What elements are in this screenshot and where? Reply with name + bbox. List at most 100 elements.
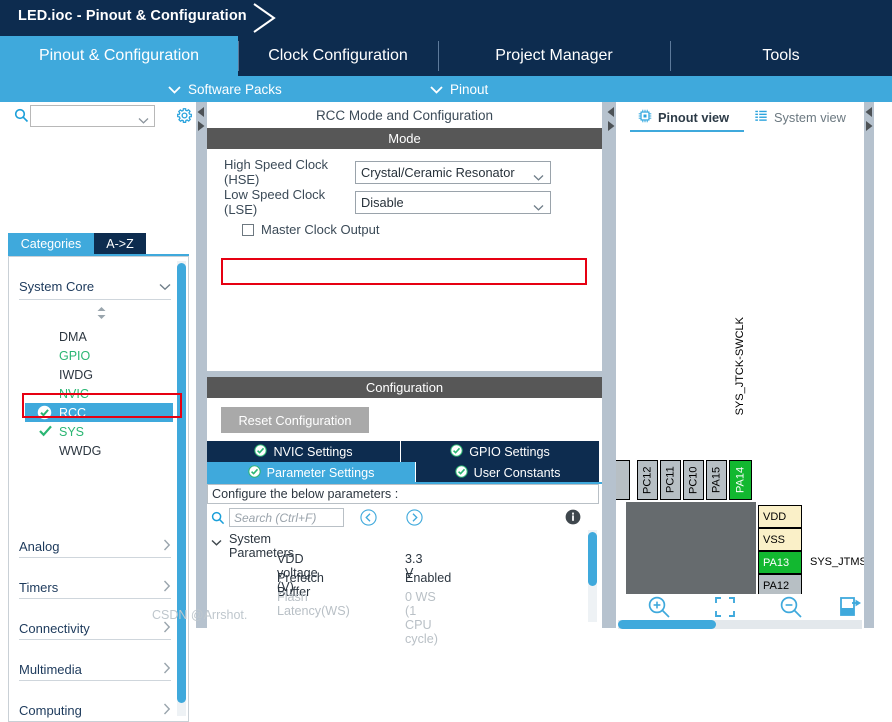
tree-item-dma[interactable]: DMA bbox=[25, 327, 173, 346]
category-group-timers[interactable]: Timers bbox=[19, 574, 171, 600]
parameter-value: Enabled bbox=[405, 571, 452, 585]
tab-gpio-settings[interactable]: GPIO Settings bbox=[401, 441, 599, 462]
tree-item-wwdg[interactable]: WWDG bbox=[25, 441, 173, 460]
category-group-multimedia[interactable]: Multimedia bbox=[19, 656, 171, 682]
category-tree: System Core DMA GPIO IWDG NVIC RCC SYS W… bbox=[8, 256, 189, 722]
category-search-row bbox=[0, 102, 196, 132]
category-search-input[interactable] bbox=[30, 105, 155, 127]
pin-label: PC10 bbox=[687, 466, 700, 494]
pin-label: VSS bbox=[763, 533, 786, 546]
tab-label: NVIC Settings bbox=[273, 444, 353, 459]
software-packs-menu[interactable]: Software Packs bbox=[168, 76, 282, 102]
rcc-configuration-panel: RCC Mode and Configuration Mode High Spe… bbox=[207, 102, 606, 646]
pin-pa15[interactable]: PA15 bbox=[706, 460, 727, 500]
pin-vss[interactable]: VSS bbox=[758, 528, 802, 551]
check-circle-icon bbox=[37, 405, 52, 423]
category-group-computing[interactable]: Computing bbox=[19, 697, 171, 721]
tree-item-label: RCC bbox=[59, 405, 87, 420]
master-clock-output-row[interactable]: Master Clock Output bbox=[242, 222, 380, 237]
mode-row-lse: Low Speed Clock (LSE) Disable bbox=[208, 187, 551, 217]
parameter-name: Flash Latency(WS) bbox=[277, 590, 350, 618]
software-packs-label: Software Packs bbox=[188, 81, 282, 97]
tree-item-rcc[interactable]: RCC bbox=[25, 403, 173, 422]
tree-item-gpio[interactable]: GPIO bbox=[25, 346, 173, 365]
reset-configuration-button[interactable]: Reset Configuration bbox=[221, 407, 369, 433]
tab-clock-configuration[interactable]: Clock Configuration bbox=[238, 36, 438, 76]
chevron-down-icon bbox=[138, 111, 149, 129]
pin-pa13[interactable]: PA13 bbox=[758, 551, 802, 574]
pin-label: PC11 bbox=[664, 466, 677, 494]
tab-label: Parameter Settings bbox=[266, 465, 375, 480]
splitter-collapse-arrows-icon[interactable] bbox=[196, 106, 206, 141]
chip-body[interactable] bbox=[624, 500, 758, 594]
tab-user-constants[interactable]: User Constants bbox=[416, 462, 599, 483]
lse-dropdown[interactable]: Disable bbox=[355, 190, 551, 214]
tab-system-view[interactable]: System view bbox=[754, 106, 846, 128]
tab-divider bbox=[438, 41, 439, 71]
signal-text: SYS_JTCK-SWCLK bbox=[734, 317, 746, 416]
signal-label-jtms-swdio: SYS_JTMS-SWDIO bbox=[810, 556, 864, 568]
tab-categories[interactable]: Categories bbox=[8, 233, 94, 254]
splitter-far-right[interactable] bbox=[864, 102, 874, 628]
pinout-menu[interactable]: Pinout bbox=[430, 76, 488, 102]
info-icon[interactable] bbox=[565, 509, 581, 530]
chevron-right-circle-icon[interactable] bbox=[406, 509, 423, 531]
chevron-right-icon bbox=[163, 580, 171, 595]
tab-nvic-settings[interactable]: NVIC Settings bbox=[207, 441, 400, 462]
pin-pa12[interactable]: PA12 bbox=[758, 574, 802, 594]
category-group-analog[interactable]: Analog bbox=[19, 533, 171, 559]
chevron-left-circle-icon[interactable] bbox=[360, 509, 377, 531]
category-group-system-core[interactable]: System Core bbox=[19, 273, 171, 299]
tab-label: Pinout view bbox=[658, 109, 730, 125]
hse-dropdown[interactable]: Crystal/Ceramic Resonator bbox=[355, 160, 551, 184]
pin-pc12[interactable]: PC12 bbox=[637, 460, 658, 500]
tab-project-manager[interactable]: Project Manager bbox=[438, 36, 670, 76]
pin-pc11[interactable]: PC11 bbox=[660, 460, 681, 500]
reset-button-label: Reset Configuration bbox=[238, 412, 352, 428]
group-divider bbox=[19, 639, 171, 640]
pin-pa14[interactable]: PA14 bbox=[729, 460, 752, 500]
category-group-connectivity[interactable]: Connectivity bbox=[19, 615, 171, 641]
gear-icon[interactable] bbox=[176, 107, 193, 129]
sort-arrows-icon[interactable] bbox=[95, 306, 108, 325]
search-placeholder: Search (Ctrl+F) bbox=[234, 511, 317, 525]
panel-title: RCC Mode and Configuration bbox=[207, 102, 602, 128]
group-label: Connectivity bbox=[19, 620, 90, 636]
master-clock-output-checkbox[interactable] bbox=[242, 223, 254, 236]
splitter-collapse-arrows-icon[interactable] bbox=[864, 106, 874, 141]
tree-item-nvic[interactable]: NVIC bbox=[25, 384, 173, 403]
breadcrumb-chevron-icon bbox=[248, 0, 294, 36]
splitter-collapse-arrows-icon[interactable] bbox=[606, 106, 616, 141]
chevron-right-icon bbox=[163, 539, 171, 554]
pinout-zoom-toolbar bbox=[616, 594, 864, 620]
watermark: CSDN @Arrshot. bbox=[152, 608, 248, 622]
splitter-right[interactable] bbox=[606, 102, 616, 628]
tree-item-sys[interactable]: SYS bbox=[25, 422, 173, 441]
pin-partial[interactable] bbox=[616, 460, 630, 500]
pin-label: VDD bbox=[763, 510, 787, 523]
splitter-left[interactable] bbox=[196, 102, 206, 628]
tab-parameter-settings[interactable]: Parameter Settings bbox=[207, 462, 415, 483]
tab-pinout-configuration[interactable]: Pinout & Configuration bbox=[0, 36, 238, 76]
tree-item-iwdg[interactable]: IWDG bbox=[25, 365, 173, 384]
chip-pinout-diagram[interactable]: SYS_JTCK-SWCLK PC12 PC11 PC10 PA15 PA14 bbox=[616, 132, 864, 594]
tab-pinout-view[interactable]: Pinout view bbox=[638, 106, 729, 128]
pin-vdd[interactable]: VDD bbox=[758, 505, 802, 528]
tree-item-label: GPIO bbox=[59, 348, 91, 363]
chevron-down-icon[interactable] bbox=[211, 535, 222, 549]
pin-pc10[interactable]: PC10 bbox=[683, 460, 704, 500]
parameter-search-input[interactable]: Search (Ctrl+F) bbox=[229, 508, 344, 527]
tab-a-to-z[interactable]: A->Z bbox=[94, 233, 146, 254]
tab-tools[interactable]: Tools bbox=[670, 36, 892, 76]
parameter-scrollbar-thumb[interactable] bbox=[588, 532, 597, 586]
pin-label: PA12 bbox=[763, 579, 790, 592]
chevron-down-icon bbox=[159, 279, 171, 294]
sidebar-scrollbar-thumb[interactable] bbox=[177, 263, 186, 703]
window-title: LED.ioc - Pinout & Configuration bbox=[18, 8, 247, 24]
tab-label: Clock Configuration bbox=[268, 47, 408, 64]
configuration-section-header: Configuration bbox=[207, 377, 602, 398]
signal-text: SYS_JTMS-SWDIO bbox=[810, 556, 864, 568]
configuration-header-label: Configuration bbox=[365, 380, 444, 395]
group-divider bbox=[19, 598, 171, 599]
pin-label: PC12 bbox=[641, 466, 654, 494]
